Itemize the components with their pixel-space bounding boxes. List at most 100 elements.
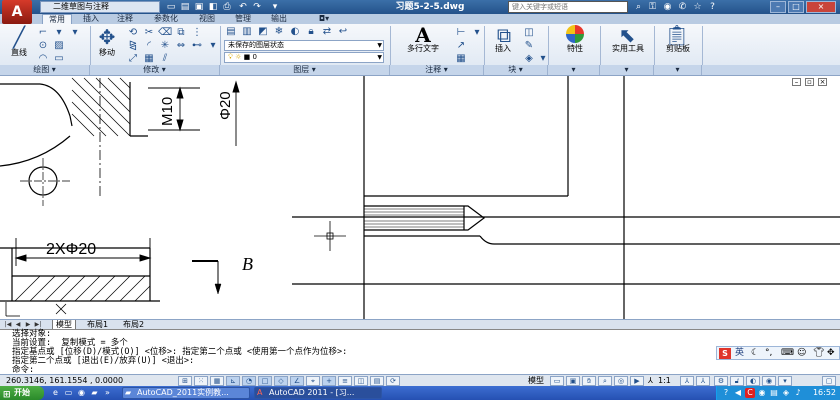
properties-button-label[interactable]: 特性 (560, 44, 590, 54)
taskbar-item[interactable]: ▰ AutoCAD_2011实例教... (122, 387, 250, 399)
tab-manage[interactable]: 管理 (228, 14, 258, 24)
insert-block-icon[interactable]: ⧉ (492, 24, 516, 46)
tray-antivirus-icon[interactable]: C (745, 388, 755, 398)
pan-icon[interactable]: ✋︎ (582, 376, 596, 386)
qat-dropdown-icon[interactable]: ▾ (269, 1, 281, 13)
break-icon[interactable]: ⋮ (190, 27, 204, 39)
layer-lock-icon[interactable]: 🔒︎ (304, 26, 318, 38)
minimize-button[interactable]: – (770, 1, 786, 13)
clipboard-button-label[interactable]: 剪贴板 (656, 44, 700, 54)
redo-icon[interactable]: ↷ (251, 1, 263, 13)
move-icon[interactable]: ✥ (94, 26, 120, 48)
show-desktop-icon[interactable]: ▭ (63, 388, 74, 398)
next-layout-icon[interactable]: ▶ (24, 321, 32, 329)
open-file-icon[interactable]: ▤ (179, 1, 191, 13)
move-button-label[interactable]: 移动 (92, 48, 122, 58)
layer-match-icon[interactable]: ⇄ (320, 26, 334, 38)
annotation-panel-title[interactable]: 注释 ▾ (390, 65, 484, 75)
modify-dropdown-icon[interactable]: ▾ (206, 40, 220, 52)
polar-tracking-icon[interactable]: ◔ (242, 376, 256, 386)
tray-security-icon[interactable]: ◉ (757, 388, 767, 398)
hatch-icon[interactable]: ▨ (52, 40, 66, 52)
quick-view-drawings-icon[interactable]: ▣ (566, 376, 580, 386)
quicklaunch-more-icon[interactable]: » (102, 388, 113, 398)
circle-icon[interactable]: ⊙ (36, 40, 50, 52)
dimension-dropdown-icon[interactable]: ▾ (470, 27, 484, 39)
line-button-label[interactable]: 直线 (4, 48, 34, 58)
draw-dropdown-icon[interactable]: ▾ (52, 27, 66, 39)
clipboard-panel-title[interactable]: ▾ (654, 65, 702, 75)
array-icon[interactable]: ▦ (142, 53, 156, 65)
transparency-icon[interactable]: ◫ (354, 376, 368, 386)
plot-icon[interactable]: ⎙ (221, 1, 233, 13)
insert-button-label[interactable]: 插入 (488, 44, 518, 54)
infer-constraints-icon[interactable]: ⊞ (178, 376, 192, 386)
start-button[interactable]: ⊞ 开始 (0, 386, 44, 400)
current-layer-dropdown[interactable]: 💡︎ ☼ ■ 0 ▼ (224, 52, 384, 63)
stretch-icon[interactable]: ⇔ (174, 40, 188, 52)
quick-view-layouts-icon[interactable]: ▭ (550, 376, 564, 386)
fillet-icon[interactable]: ◜ (142, 40, 156, 52)
properties-panel-title[interactable]: ▾ (548, 65, 600, 75)
join-icon[interactable]: ⊷ (190, 40, 204, 52)
search-input[interactable]: 键入关键字或短语 (508, 1, 628, 13)
tray-app-icon[interactable]: ◈ (781, 388, 791, 398)
scale-icon[interactable]: ⤢ (126, 53, 140, 65)
help-icon[interactable]: ? (706, 1, 719, 13)
mirror-icon[interactable]: ⧎ (126, 40, 140, 52)
layer-off-icon[interactable]: ◐ (288, 26, 302, 38)
first-layout-icon[interactable]: |◀ (4, 321, 12, 329)
prev-layout-icon[interactable]: ◀ (14, 321, 22, 329)
taskbar-item-active[interactable]: A AutoCAD 2011 - [习... (254, 387, 382, 399)
dynamic-input-icon[interactable]: + (322, 376, 336, 386)
hardware-acceleration-icon[interactable]: ◐ (746, 376, 760, 386)
viewport-close-icon[interactable]: × (818, 78, 827, 86)
snap-mode-icon[interactable]: ⁙ (194, 376, 208, 386)
tray-network-icon[interactable]: ▤ (769, 388, 779, 398)
line-icon[interactable]: ╱ (6, 26, 32, 48)
layer-isolate-icon[interactable]: ◩ (256, 26, 270, 38)
workspace-switcher[interactable]: 二维草图与注释 (40, 1, 160, 13)
offset-icon[interactable]: ⫽ (158, 53, 172, 65)
save-icon[interactable]: ▣ (193, 1, 205, 13)
favorites-icon[interactable]: ☆ (691, 1, 704, 13)
clean-screen-icon[interactable]: ▢ (822, 376, 836, 386)
3d-object-snap-icon[interactable]: ◇ (274, 376, 288, 386)
clock[interactable]: 16:52 (813, 386, 836, 400)
utilities-button-label[interactable]: 实用工具 (604, 44, 652, 54)
tab-view[interactable]: 视图 (192, 14, 222, 24)
multileader-icon[interactable]: ↗ (454, 40, 468, 52)
layer-state-dropdown[interactable]: 未保存的图层状态 ▼ (224, 40, 384, 51)
tab-parametric[interactable]: 参数化 (146, 14, 186, 24)
grid-display-icon[interactable]: ▦ (210, 376, 224, 386)
lineweight-icon[interactable]: ≡ (338, 376, 352, 386)
trim-icon[interactable]: ✂ (142, 27, 156, 39)
maximize-button[interactable]: □ (788, 1, 804, 13)
drawing-canvas[interactable]: M10 Φ20 2XΦ20 B – ▫ × (0, 76, 840, 319)
ime-toolbar[interactable]: S 英 ☾ °, ⌨ ☺ 👕︎ ✥ (716, 346, 840, 360)
quick-properties-icon[interactable]: ▤ (370, 376, 384, 386)
toolbar-lock-icon[interactable]: 🔓︎ (730, 376, 744, 386)
showmotion-icon[interactable]: ▶ (630, 376, 644, 386)
object-snap-icon[interactable]: □ (258, 376, 272, 386)
layer-state-icon[interactable]: ▥ (240, 26, 254, 38)
draw-panel-title[interactable]: 绘图 ▾ (0, 65, 90, 75)
mtext-icon[interactable]: A (408, 24, 438, 46)
viewport-restore-icon[interactable]: ▫ (805, 78, 814, 86)
search-icon[interactable]: ⌕ (632, 1, 645, 13)
utilities-panel-title[interactable]: ▾ (600, 65, 654, 75)
table-icon[interactable]: ▦ (454, 53, 468, 65)
status-menu-icon[interactable]: ▾ (778, 376, 792, 386)
workspace-switching-icon[interactable]: ⚙ (714, 376, 728, 386)
otrack-icon[interactable]: ∠ (290, 376, 304, 386)
subscription-icon[interactable]: ◉ (661, 1, 674, 13)
undo-icon[interactable]: ↶ (237, 1, 249, 13)
application-menu-button[interactable]: A (2, 0, 32, 24)
erase-icon[interactable]: ⌫ (158, 27, 172, 39)
ortho-mode-icon[interactable]: ⊾ (226, 376, 240, 386)
comm-center-icon[interactable]: ✆ (676, 1, 689, 13)
tab-annotate[interactable]: 注释 (110, 14, 140, 24)
rectangle-icon[interactable]: ▭ (52, 53, 66, 65)
layers-panel-title[interactable]: 图层 ▾ (220, 65, 390, 75)
ie-icon[interactable]: e (50, 388, 61, 398)
